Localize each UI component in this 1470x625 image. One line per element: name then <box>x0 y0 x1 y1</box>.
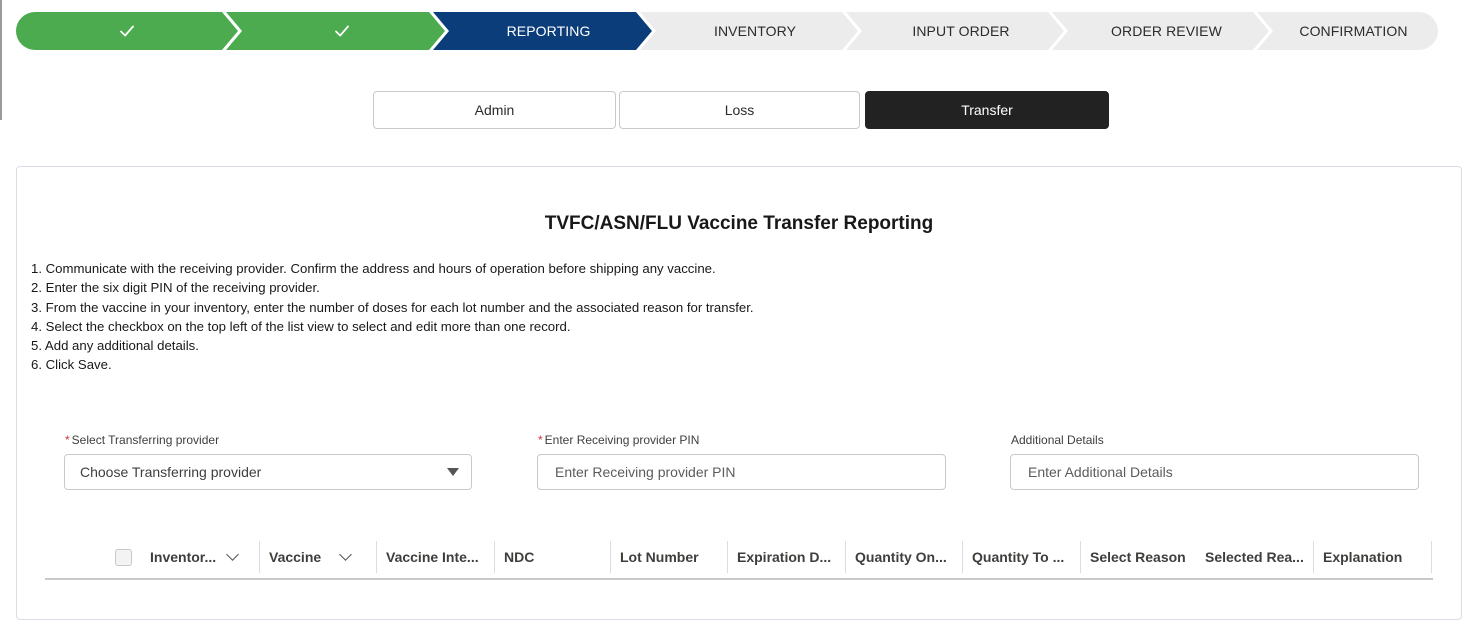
stage-label: INVENTORY <box>713 23 797 39</box>
tab-label: Admin <box>474 102 515 118</box>
instruction-item: 4. Select the checkbox on the top left o… <box>31 318 571 334</box>
label-text: Select Transferring provider <box>71 433 220 447</box>
progress-path: REPORTING INVENTORY INPUT ORDER ORDER RE… <box>16 12 1438 50</box>
column-header-vaccine-interval[interactable]: Vaccine Inte... <box>376 541 494 573</box>
column-header-ndc[interactable]: NDC <box>494 541 610 573</box>
column-header-quantity-to-transfer[interactable]: Quantity To ... <box>962 541 1080 573</box>
stage-complete-1[interactable] <box>16 12 238 50</box>
instruction-item: 1. Communicate with the receiving provid… <box>31 261 716 276</box>
instruction-item: 5. Add any additional details. <box>31 338 199 354</box>
column-header-quantity-on-hand[interactable]: Quantity On... <box>845 541 962 573</box>
tab-loss[interactable]: Loss <box>619 91 860 129</box>
stage-order-review[interactable]: ORDER REVIEW <box>1064 12 1269 50</box>
caret-down-icon <box>447 468 459 476</box>
transfer-card: TVFC/ASN/FLU Vaccine Transfer Reporting … <box>16 166 1462 620</box>
instruction-item: 6. Click Save. <box>31 357 112 373</box>
column-label: Inventor... <box>150 549 217 565</box>
column-header-select-reason[interactable]: Select Reason <box>1080 541 1196 573</box>
stage-confirmation[interactable]: CONFIRMATION <box>1269 12 1438 50</box>
column-label: Expiration D... <box>737 549 832 565</box>
column-label: Explanation <box>1323 549 1403 565</box>
receiving-pin-input[interactable] <box>553 463 945 481</box>
check-icon <box>120 25 134 37</box>
tab-label: Loss <box>724 102 755 118</box>
column-header-expiration-date[interactable]: Expiration D... <box>727 541 845 573</box>
check-icon <box>334 25 349 37</box>
additional-details-field <box>1010 454 1419 490</box>
chevron-down-icon[interactable] <box>226 548 239 561</box>
page-title: TVFC/ASN/FLU Vaccine Transfer Reporting <box>544 213 934 234</box>
instructions-list: 1. Communicate with the receiving provid… <box>31 259 754 375</box>
column-label: Vaccine <box>269 549 322 565</box>
column-divider <box>1431 541 1432 573</box>
instruction-item: 2. Enter the six digit PIN of the receiv… <box>31 280 320 296</box>
column-header-selected-reason[interactable]: Selected Rea... <box>1196 541 1313 573</box>
stage-label: REPORTING <box>506 23 591 39</box>
stage-input-order[interactable]: INPUT ORDER <box>858 12 1064 50</box>
receiving-pin-label: * Enter Receiving provider PIN <box>538 433 699 447</box>
column-label: Vaccine Inte... <box>386 549 479 565</box>
stage-reporting[interactable]: REPORTING <box>445 12 652 50</box>
label-text: Additional Details <box>1011 433 1104 447</box>
stage-label: INPUT ORDER <box>912 23 1010 39</box>
select-value: Choose Transferring provider <box>80 464 262 480</box>
table-header: Inventor... Vaccine Vaccine Inte... NDC … <box>45 535 1433 580</box>
stage-label: ORDER REVIEW <box>1111 23 1222 39</box>
transferring-provider-label: * Select Transferring provider <box>65 433 219 447</box>
column-label: NDC <box>504 549 535 565</box>
stage-inventory[interactable]: INVENTORY <box>652 12 858 50</box>
required-mark: * <box>65 433 70 447</box>
tab-label: Transfer <box>961 102 1013 118</box>
column-header-explanation[interactable]: Explanation <box>1313 541 1432 573</box>
required-mark: * <box>538 433 543 447</box>
chevron-down-icon[interactable] <box>339 548 353 561</box>
select-all-checkbox[interactable] <box>115 549 132 566</box>
column-label: Lot Number <box>620 549 699 565</box>
column-header-inventory[interactable]: Inventor... <box>141 541 259 573</box>
column-label: Select Reason <box>1090 549 1186 565</box>
receiving-pin-field <box>537 454 946 490</box>
tab-transfer[interactable]: Transfer <box>865 91 1109 129</box>
stage-label: CONFIRMATION <box>1299 23 1408 39</box>
label-text: Enter Receiving provider PIN <box>544 433 700 447</box>
column-label: Quantity On... <box>855 549 947 565</box>
tab-admin[interactable]: Admin <box>373 91 616 129</box>
transferring-provider-select[interactable]: Choose Transferring provider <box>64 454 472 490</box>
additional-details-input[interactable] <box>1026 463 1418 481</box>
additional-details-label: Additional Details <box>1011 433 1104 447</box>
column-header-vaccine[interactable]: Vaccine <box>259 541 376 573</box>
window-edge <box>0 0 2 120</box>
reporting-type-tabs: Admin Loss Transfer <box>373 91 1109 129</box>
instruction-item: 3. From the vaccine in your inventory, e… <box>31 299 754 315</box>
column-label: Selected Rea... <box>1205 549 1304 565</box>
column-label: Quantity To ... <box>972 549 1065 565</box>
stage-complete-2[interactable] <box>238 12 445 50</box>
column-header-lot-number[interactable]: Lot Number <box>610 541 727 573</box>
